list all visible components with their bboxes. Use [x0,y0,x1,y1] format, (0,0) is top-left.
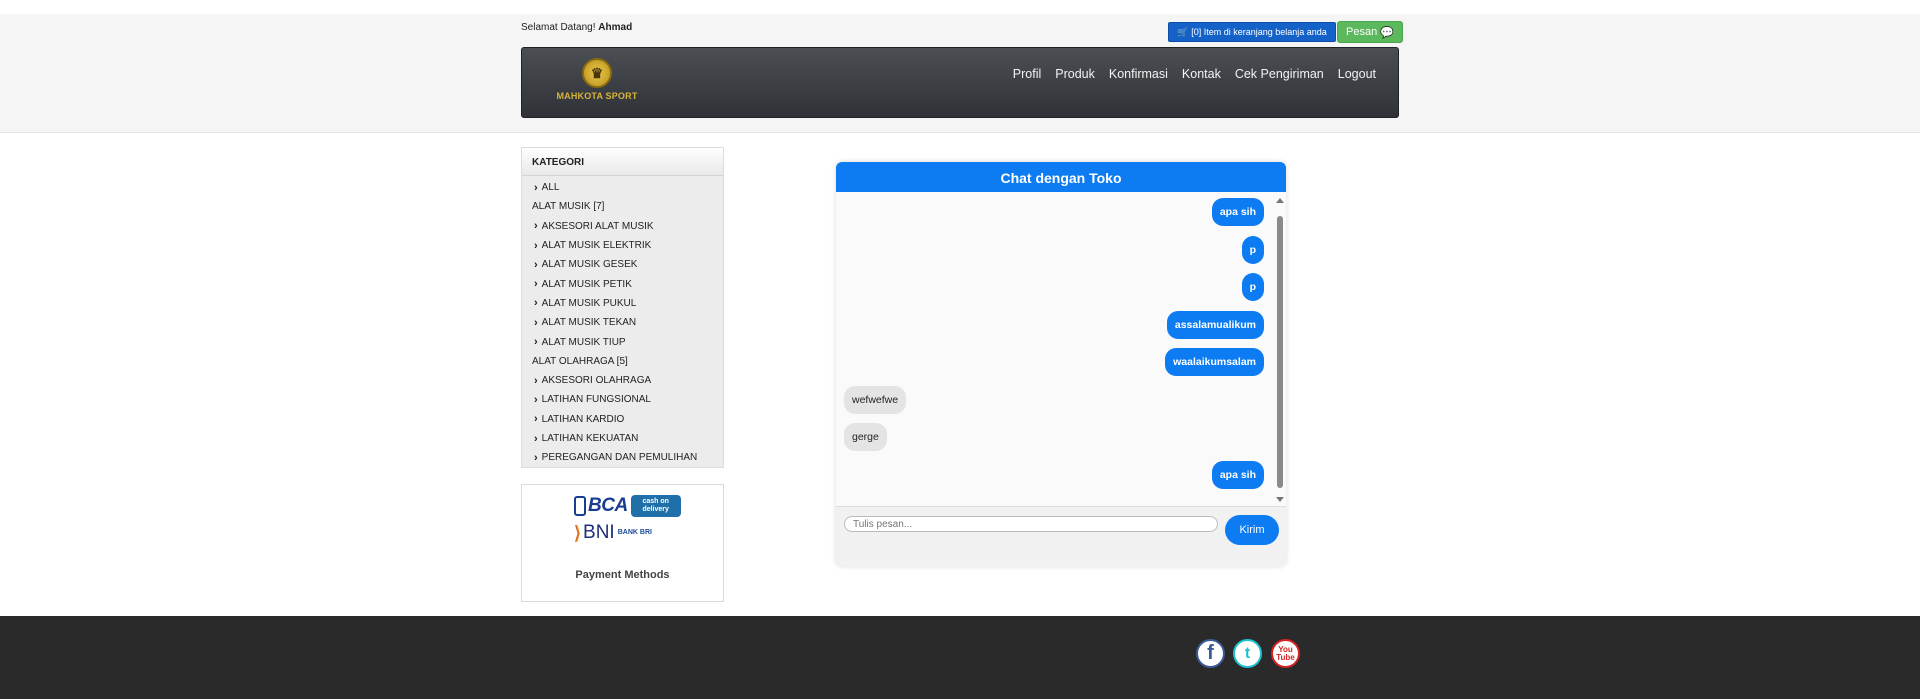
category-item[interactable]: › ALAT MUSIK GESEK [522,255,723,274]
category-group[interactable]: ALAT OLAHRAGA [5] [522,352,723,371]
chevron-right-icon: › [534,316,538,329]
category-item[interactable]: › LATIHAN KEKUATAN [522,429,723,448]
bni-text: BNI [583,522,615,543]
navbar: ♛ MAHKOTA SPORT Profil Produk Konfirmasi… [521,47,1399,118]
message-label: Pesan [1346,26,1378,38]
send-button[interactable]: Kirim [1225,515,1279,545]
category-item[interactable]: › PEREGANGAN DAN PEMULIHAN [522,448,723,467]
bri-logo: BANK BRI [617,529,652,536]
chat-bubble-icon: 💬 [1380,26,1394,39]
category-group[interactable]: ALAT MUSIK [7] [522,197,723,216]
message-input[interactable] [844,516,1218,532]
chevron-right-icon: › [534,393,538,406]
chevron-right-icon: › [534,451,538,464]
category-item[interactable]: › ALAT MUSIK TIUP [522,332,723,351]
chat-title: Chat dengan Toko [836,162,1286,192]
payment-row-2: ⟩ BNI BANK BRI [574,522,652,544]
nav-produk[interactable]: Produk [1055,67,1095,81]
payment-methods: BCA cash on delivery ⟩ BNI BANK BRI Paym… [521,484,724,602]
category-item[interactable]: › ALAT MUSIK PETIK [522,274,723,293]
chevron-right-icon: › [534,413,538,426]
nav-profil[interactable]: Profil [1013,67,1041,81]
bni-logo: ⟩ BNI [574,522,615,544]
category-label: AKSESORI ALAT MUSIK [541,220,654,232]
nav-kontak[interactable]: Kontak [1182,67,1221,81]
chevron-right-icon: › [534,374,538,387]
bca-mark-icon [574,496,586,516]
category-item[interactable]: › LATIHAN KARDIO [522,410,723,429]
welcome-prefix: Selamat Datang! [521,22,596,33]
chevron-right-icon: › [534,297,538,310]
nav-logout[interactable]: Logout [1338,67,1376,81]
category-item[interactable]: › AKSESORI OLAHRAGA [522,371,723,390]
chat-scrollbar[interactable] [1276,198,1284,502]
sent-message: assalamualikum [1166,310,1264,339]
chevron-right-icon: › [534,278,538,291]
chevron-right-icon: › [534,181,538,194]
category-label: ALAT MUSIK PETIK [541,278,632,290]
facebook-icon[interactable]: f [1196,639,1225,668]
category-label: ALAT MUSIK TIUP [541,336,626,348]
cart-icon: 🛒 [1177,26,1189,37]
logo[interactable]: ♛ MAHKOTA SPORT [552,58,642,108]
category-item[interactable]: › AKSESORI ALAT MUSIK [522,217,723,236]
category-label: LATIHAN KEKUATAN [541,433,639,444]
category-list: › ALL ALAT MUSIK [7] › AKSESORI ALAT MUSIK › A… [522,176,723,467]
category-label: ALL [541,182,560,194]
category-sidebar: KATEGORI › ALL ALAT MUSIK [7] › AKSESORI ALA… [521,147,724,468]
category-label: ALAT MUSIK [7] [532,201,605,213]
youtube-icon[interactable]: You Tube [1271,639,1300,668]
category-label: LATIHAN FUNGSIONAL [541,394,651,406]
category-label: ALAT MUSIK GESEK [541,259,638,271]
category-label: ALAT MUSIK TEKAN [541,317,637,329]
scroll-thumb[interactable] [1277,216,1283,488]
footer [0,616,1920,699]
category-item[interactable]: › ALAT MUSIK TEKAN [522,313,723,332]
scroll-up-icon[interactable] [1276,198,1284,203]
category-item[interactable]: › ALAT MUSIK PUKUL [522,294,723,313]
category-label: ALAT MUSIK PUKUL [541,297,637,309]
category-item[interactable]: › ALAT MUSIK ELEKTRIK [522,236,723,255]
cart-label: [0] Item di keranjang belanja anda [1191,27,1327,37]
chevron-right-icon: › [534,258,538,271]
nav-konfirmasi[interactable]: Konfirmasi [1109,67,1168,81]
chevron-right-icon: › [534,432,538,445]
nav-cek-pengiriman[interactable]: Cek Pengiriman [1235,67,1324,81]
welcome-text: Selamat Datang! Ahmad [521,22,632,33]
sent-message: apa sih [1211,198,1264,226]
nav-links: Profil Produk Konfirmasi Kontak Cek Peng… [1013,67,1376,81]
cod-logo: cash on delivery [630,495,681,517]
scroll-down-icon[interactable] [1276,497,1284,502]
sent-message: waalaikumsalam [1165,348,1264,376]
category-label: PEREGANGAN DAN PEMULIHAN [541,452,698,464]
payment-row-1: BCA cash on delivery [574,495,681,517]
category-label: LATIHAN KARDIO [541,413,625,425]
category-label: ALAT MUSIK ELEKTRIK [541,240,652,252]
category-item[interactable]: › ALL [522,178,723,197]
payment-label: Payment Methods [575,569,670,581]
twitter-icon[interactable]: t [1233,639,1262,668]
bca-text: BCA [588,495,628,516]
crown-icon: ♛ [582,58,612,88]
message-button[interactable]: Pesan 💬 [1337,21,1403,43]
sidebar-title: KATEGORI [522,148,723,176]
cart-button[interactable]: 🛒 [0] Item di keranjang belanja anda [1168,22,1336,42]
bni-mark-icon: ⟩ [574,522,582,543]
received-message: gerge [844,423,887,451]
chevron-right-icon: › [534,220,538,233]
category-label: ALAT OLAHRAGA [5] [532,355,628,367]
sent-message: apa sih [1211,460,1264,489]
logo-text: MAHKOTA SPORT [556,91,638,101]
chat-panel: Chat dengan Toko apa sih p p assalamualikum… [836,162,1286,566]
bca-logo: BCA [574,495,628,517]
chevron-right-icon: › [534,336,538,349]
category-label: AKSESORI OLAHRAGA [541,375,652,387]
chat-messages[interactable]: apa sih p p assalamualikum waalaikumsalam wef… [836,192,1286,507]
sent-message: p [1241,235,1264,264]
category-item[interactable]: › LATIHAN FUNGSIONAL [522,390,723,409]
username: Ahmad [598,22,633,33]
chevron-right-icon: › [534,239,538,252]
sent-message: p [1241,273,1264,301]
received-message: wefwefwe [844,385,907,414]
